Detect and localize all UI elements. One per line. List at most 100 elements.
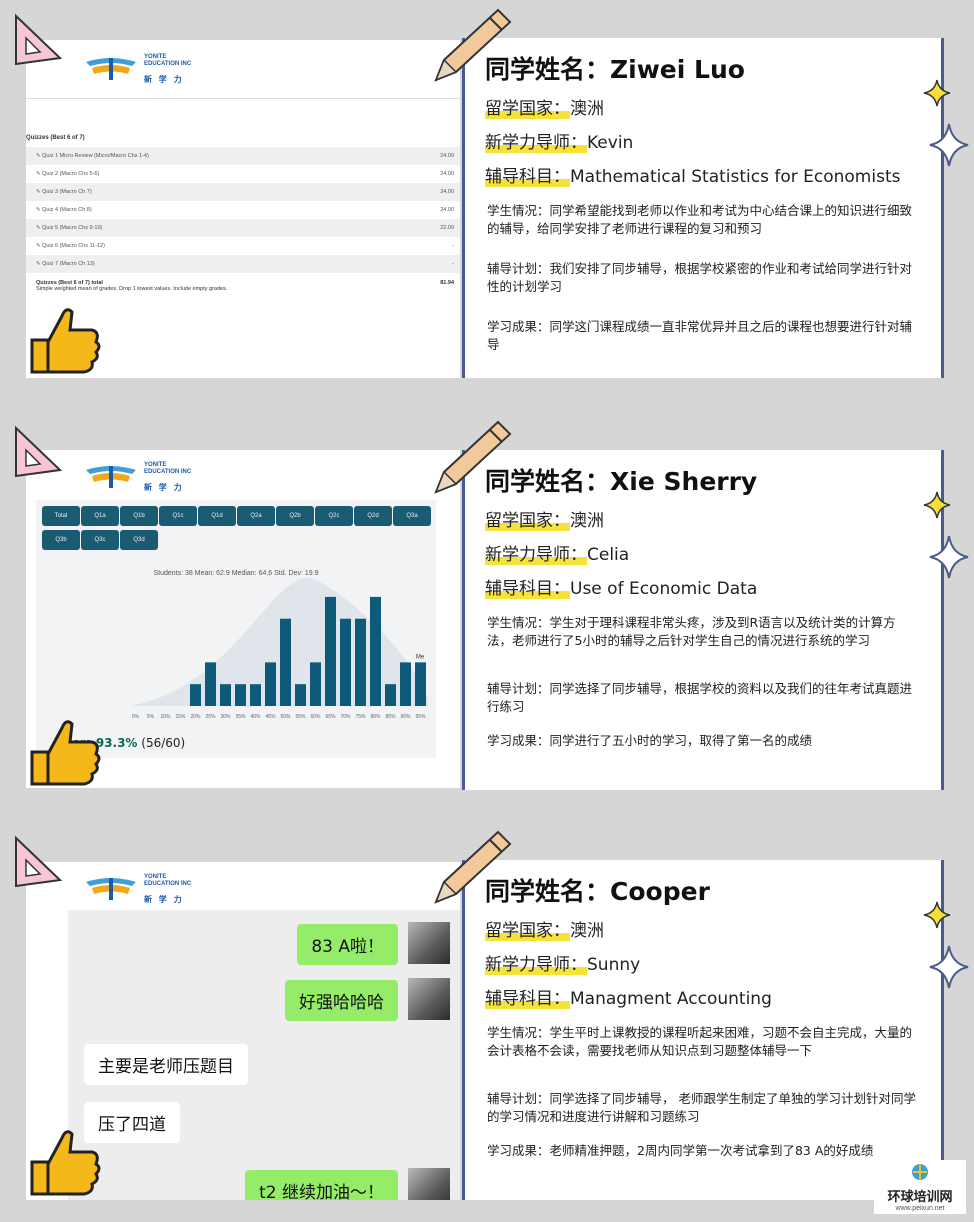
x-tick-label: 90% (400, 714, 411, 720)
plan-text: 辅导计划：我们安排了同步辅导，根据学校紧密的作业和考试给同学进行针对性的计划学习 (487, 261, 913, 294)
histogram-bar (235, 684, 246, 706)
x-tick-label: 75% (355, 714, 366, 720)
sparkle-icon (923, 901, 951, 929)
plan-text: 辅导计划：同学选择了同步辅导， 老师跟学生制定了单独的学习计划针对同学的学习情况… (487, 1091, 916, 1124)
student-name: 同学姓名：Ziwei Luo (485, 55, 745, 84)
histogram-bar (250, 684, 261, 706)
quiz-total-score: 81.94 (440, 280, 454, 286)
divider (26, 98, 460, 99)
x-tick-label: 85% (385, 714, 396, 720)
avatar[interactable] (408, 922, 450, 964)
x-tick-label: 80% (370, 714, 381, 720)
country-field: 留学国家：澳洲 (485, 511, 604, 531)
x-tick-label: 10% (160, 714, 171, 720)
quiz-score: - (452, 261, 454, 267)
quiz-score: - (452, 243, 454, 249)
quiz-row[interactable]: ✎ Quiz 5 (Macro Chs 9-10) 22.00 (26, 219, 460, 237)
quiz-row[interactable]: ✎ Quiz 7 (Macro Ch 13) - (26, 255, 460, 273)
logo-cn: 新 学 力 (144, 75, 184, 84)
case-info-1: 同学姓名：Ziwei Luo 留学国家：澳洲 新学力导师：Kevin 辅导科目：… (462, 38, 944, 378)
quiz-total: Quizzes (Best 6 of 7) total 81.94 Simple… (26, 280, 460, 292)
x-tick-label: 5% (147, 714, 155, 720)
quiz-row[interactable]: ✎ Quiz 3 (Macro Ch 7) 24.00 (26, 183, 460, 201)
quiz-score: 24.00 (440, 153, 454, 159)
x-tick-label: 65% (325, 714, 336, 720)
book-logo-icon (86, 466, 136, 488)
x-tick-label: 60% (310, 714, 321, 720)
logo: YONITE EDUCATION INC 新 学 力 (82, 874, 202, 908)
chat-message: t2 继续加油～！ (245, 1170, 398, 1200)
chat-panel: 83 A啦！ 好强哈哈哈 主要是老师压题目 压了四道 t2 继续加油～！ (68, 910, 460, 1200)
triangle-ruler-icon (15, 835, 63, 888)
book-logo-icon (86, 58, 136, 80)
situation-text: 学生情况：同学希望能找到老师以作业和考试为中心结合课上的知识进行细致的辅导，给同… (487, 203, 913, 236)
histogram-bar (205, 662, 216, 706)
x-tick-label: 50% (280, 714, 291, 720)
histogram-bar (415, 662, 426, 706)
histogram-bar (310, 662, 321, 706)
quiz-name: Quiz 3 (Macro Ch 7) (42, 189, 92, 195)
thumbs-up-icon (30, 720, 101, 786)
histogram-bar (265, 662, 276, 706)
watermark: 环球培训网 www.peixun.net (874, 1160, 966, 1214)
histogram-bar (370, 596, 381, 706)
sparkle-icon (923, 491, 951, 519)
logo: YONITE EDUCATION INC 新 学 力 (82, 54, 202, 88)
situation-text: 学生情况：学生平时上课教授的课程听起来困难，习题不会自主完成，大量的会计表格不会… (487, 1025, 913, 1058)
histogram-bar (190, 684, 201, 706)
pencil-icon (434, 420, 512, 494)
chat-message: 83 A啦！ (297, 924, 398, 965)
x-tick-label: 40% (250, 714, 261, 720)
star-outline-icon (929, 945, 969, 989)
subject-field: 辅导科目：Mathematical Statistics for Economi… (485, 167, 901, 187)
result-text: 学习成果：同学进行了五小时的学习，取得了第一名的成绩 (487, 733, 813, 748)
star-outline-icon (929, 535, 969, 579)
quiz-score: 24.00 (440, 207, 454, 213)
x-tick-label: 0% (132, 714, 140, 720)
quiz-row[interactable]: ✎ Quiz 6 (Macro Chs 11-12) - (26, 237, 460, 255)
x-tick-label: 45% (265, 714, 276, 720)
tutor-field: 新学力导师：Kevin (485, 133, 634, 153)
triangle-ruler-icon (15, 425, 63, 478)
density-curve (128, 577, 428, 706)
result-text: 学习成果：老师精准押题，2周内同学第一次考试拿到了83 A的好成绩 (487, 1143, 874, 1158)
watermark-url: www.peixun.net (895, 1205, 945, 1212)
thumbs-up-icon (30, 308, 101, 374)
histogram-bar (220, 684, 231, 706)
x-tick-label: 20% (190, 714, 201, 720)
tutor-field: 新学力导师：Sunny (485, 955, 641, 975)
subject-field: 辅导科目：Use of Economic Data (485, 579, 758, 599)
book-logo-icon (86, 878, 136, 900)
country-field: 留学国家：澳洲 (485, 99, 604, 119)
logo: YONITE EDUCATION INC 新 学 力 (82, 462, 202, 496)
quiz-name: Quiz 5 (Macro Chs 9-10) (42, 225, 103, 231)
student-name: 同学姓名：Xie Sherry (485, 467, 758, 496)
quiz-score: 24.00 (440, 171, 454, 177)
avatar[interactable] (408, 978, 450, 1020)
histogram-bar (295, 684, 306, 706)
histogram-bar (400, 662, 411, 706)
result-text: 学习成果：同学这门课程成绩一直非常优异并且之后的课程也想要进行针对辅导 (487, 319, 913, 352)
x-tick-label: 55% (295, 714, 306, 720)
x-tick-label: 25% (205, 714, 216, 720)
x-tick-label: 35% (235, 714, 246, 720)
quiz-name: Quiz 1 Micro Review (Micro/Macro Chs 1-4… (42, 153, 149, 159)
x-tick-label: 30% (220, 714, 231, 720)
quiz-score: 24.00 (440, 189, 454, 195)
watermark-cn: 环球培训网 (887, 1190, 953, 1205)
quiz-row[interactable]: ✎ Quiz 1 Micro Review (Micro/Macro Chs 1… (26, 147, 460, 165)
subject-field: 辅导科目：Managment Accounting (485, 989, 772, 1009)
star-outline-icon (929, 123, 969, 167)
quiz-row[interactable]: ✎ Quiz 4 (Macro Ch 8) 24.00 (26, 201, 460, 219)
avatar[interactable] (408, 1168, 450, 1200)
quiz-row[interactable]: ✎ Quiz 2 (Macro Chs 5-6) 24.00 (26, 165, 460, 183)
quiz-score: 22.00 (440, 225, 454, 231)
case-info-3: 同学姓名：Cooper 留学国家：澳洲 新学力导师：Sunny 辅导科目：Man… (462, 860, 944, 1200)
quiz-name: Quiz 4 (Macro Ch 8) (42, 207, 92, 213)
pencil-icon (434, 8, 512, 82)
chat-message: 主要是老师压题目 (84, 1044, 248, 1085)
student-name: 同学姓名：Cooper (485, 877, 710, 906)
sparkle-icon (923, 79, 951, 107)
country-field: 留学国家：澳洲 (485, 921, 604, 941)
quiz-name: Quiz 6 (Macro Chs 11-12) (42, 243, 106, 249)
